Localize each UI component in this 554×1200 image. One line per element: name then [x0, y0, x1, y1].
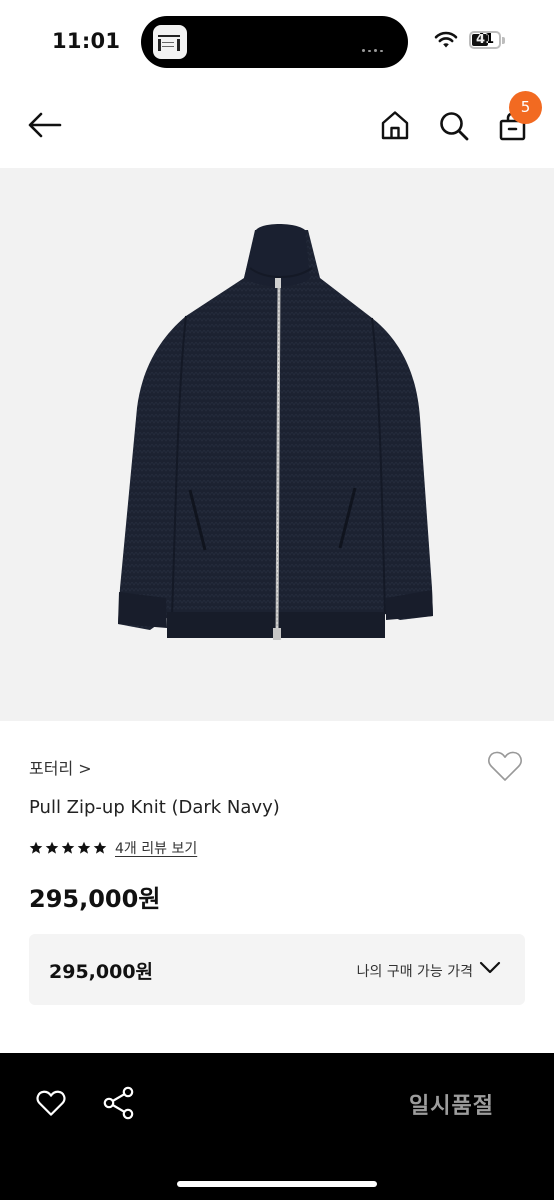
- bottom-action-bar: [0, 1053, 554, 1200]
- wishlist-heart-icon[interactable]: [36, 1089, 66, 1117]
- search-icon[interactable]: [439, 111, 469, 141]
- wifi-icon: [434, 31, 458, 48]
- brand-link[interactable]: 포터리 >: [29, 755, 92, 779]
- cart-count-badge: 5: [509, 91, 542, 124]
- star-icon: [45, 841, 59, 854]
- star-icon: [93, 841, 107, 854]
- star-icon: [61, 841, 75, 854]
- jacket-illustration: [118, 224, 433, 640]
- review-link[interactable]: 4개 리뷰 보기: [115, 838, 197, 858]
- purchase-price-label: 나의 구매 가능 가격: [356, 964, 473, 980]
- audio-wave-icon: [362, 40, 390, 52]
- rating-row: 4개 리뷰 보기: [29, 838, 197, 858]
- star-icon: [77, 841, 91, 854]
- purchase-price-value: 295,000원: [49, 961, 154, 983]
- home-indicator[interactable]: [177, 1181, 377, 1187]
- battery-level: 41: [475, 32, 495, 47]
- product-price: 295,000원: [29, 885, 161, 913]
- top-navigation: [0, 80, 554, 168]
- product-image[interactable]: [0, 168, 554, 721]
- sold-out-status: 일시품절: [409, 1094, 494, 1119]
- now-playing-app-icon: [153, 25, 187, 59]
- back-arrow-icon[interactable]: [28, 112, 62, 138]
- purchase-price-dropdown[interactable]: 295,000원 나의 구매 가능 가격: [29, 934, 525, 1005]
- status-time: 11:01: [52, 29, 121, 53]
- home-icon[interactable]: [380, 110, 410, 140]
- product-name: Pull Zip-up Knit (Dark Navy): [29, 797, 280, 818]
- heart-icon[interactable]: [487, 750, 523, 782]
- star-icon: [29, 841, 43, 854]
- chevron-down-icon: [479, 961, 501, 974]
- battery-icon: 41: [469, 31, 501, 49]
- dynamic-island[interactable]: [141, 16, 408, 68]
- brand-name: 포터리: [29, 759, 74, 778]
- chevron-right-icon: >: [78, 759, 92, 778]
- status-bar: 11:01 41: [0, 0, 554, 80]
- share-icon[interactable]: [103, 1086, 135, 1120]
